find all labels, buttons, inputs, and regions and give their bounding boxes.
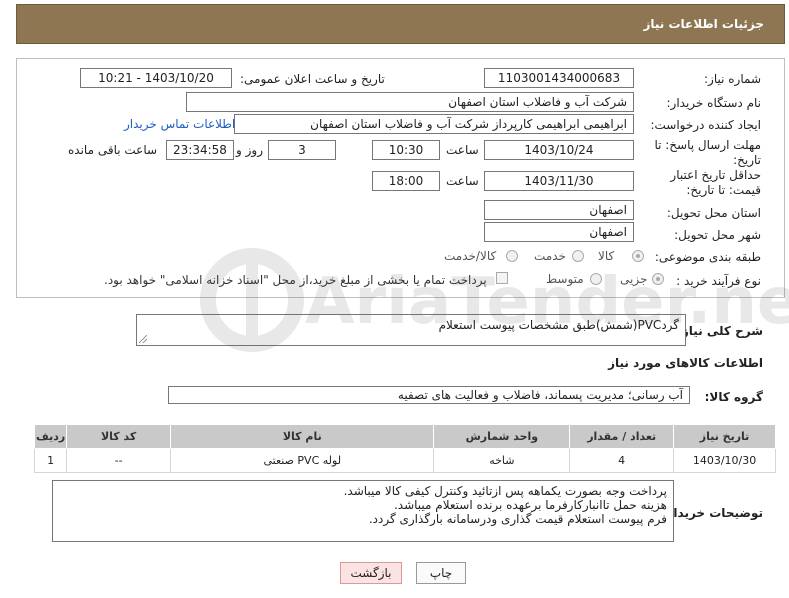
general-desc-textarea[interactable]: گردPVC(شمش)طبق مشخصات پیوست استعلام	[136, 314, 686, 346]
province-field: اصفهان	[484, 200, 634, 220]
purchase-type-label: نوع فرآیند خرید :	[676, 274, 761, 288]
city-field: اصفهان	[484, 222, 634, 242]
creator-field: ابراهیمی ابراهیمی کارپرداز شرکت آب و فاض…	[234, 114, 634, 134]
price-deadline-label: حداقل تاریخ اعتبار قیمت: تا تاریخ:	[670, 168, 761, 197]
creator-label: ایجاد کننده درخواست:	[650, 118, 761, 132]
cell-date: 1403/10/30	[673, 448, 776, 473]
col-header-row: ردیف	[33, 424, 68, 449]
cell-code: --	[66, 448, 172, 473]
purchase-radio-medium[interactable]	[590, 273, 602, 285]
print-button[interactable]: چاپ	[416, 562, 466, 584]
cell-row: 1	[33, 448, 68, 473]
goods-group-field: آب رسانی؛ مدیریت پسماند، فاضلاب و فعالیت…	[168, 386, 690, 404]
cell-name: لوله PVC صنعتی	[170, 448, 435, 473]
announce-label: تاریخ و ساعت اعلان عمومی:	[240, 72, 385, 86]
purchase-option-medium: متوسط	[546, 272, 584, 286]
col-header-date: تاریخ نیاز	[673, 424, 776, 449]
province-label: استان محل تحویل:	[666, 206, 761, 220]
cell-quantity: 4	[569, 448, 675, 473]
category-radio-goods[interactable]	[632, 250, 644, 262]
payment-note: پرداخت تمام یا بخشی از مبلغ خرید،از محل …	[104, 273, 487, 287]
announce-field: 1403/10/20 - 10:21	[80, 68, 232, 88]
table-row: 1403/10/30 4 شاخه لوله PVC صنعتی -- 1	[33, 448, 776, 473]
reply-time-field: 10:30	[372, 140, 440, 160]
col-header-quantity: تعداد / مقدار	[569, 424, 675, 449]
category-label: طبقه بندی موضوعی:	[654, 250, 761, 264]
category-option-goods: کالا	[598, 249, 615, 263]
buyer-notes-textarea[interactable]: پرداخت وجه بصورت یکماهه پس ازتائید وکنتر…	[52, 480, 674, 542]
goods-info-title: اطلاعات کالاهای مورد نیاز	[608, 356, 763, 370]
col-header-code: کد کالا	[66, 424, 172, 449]
need-number-label: شماره نیاز:	[704, 72, 761, 86]
col-header-unit: واحد شمارش	[433, 424, 571, 449]
buyer-note-line-3: فرم پیوست استعلام قیمت گذاری ودرسامانه ب…	[368, 512, 667, 526]
remaining-time-field: 23:34:58	[166, 140, 234, 160]
buyer-notes-label: توضیحات خریدار:	[661, 506, 763, 520]
page-title: جزئیات اطلاعات نیاز	[643, 17, 764, 31]
buyer-note-line-1: پرداخت وجه بصورت یکماهه پس ازتائید وکنتر…	[343, 484, 667, 498]
days-label: روز و	[236, 143, 263, 157]
treasury-payment-checkbox[interactable]	[496, 272, 508, 284]
need-number-field: 1103001434000683	[484, 68, 634, 88]
buyer-note-line-2: هزینه حمل تاانبارکارفرما برعهده برنده اس…	[393, 498, 667, 512]
col-header-name: نام کالا	[170, 424, 435, 449]
purchase-option-minor: جزیی	[620, 272, 648, 286]
buyer-org-field: شرکت آب و فاضلاب استان اصفهان	[186, 92, 634, 112]
items-table: تاریخ نیاز تعداد / مقدار واحد شمارش نام …	[33, 424, 776, 473]
price-time-field: 18:00	[372, 171, 440, 191]
category-radio-both[interactable]	[506, 250, 518, 262]
reply-days-field: 3	[268, 140, 336, 160]
purchase-radio-minor[interactable]	[652, 273, 664, 285]
back-button[interactable]: بازگشت	[340, 562, 402, 584]
reply-deadline-label: مهلت ارسال پاسخ: تا تاریخ:	[654, 138, 761, 167]
price-date-field: 1403/11/30	[484, 171, 634, 191]
page-header: جزئیات اطلاعات نیاز	[16, 4, 785, 44]
reply-time-label: ساعت	[446, 143, 479, 157]
cell-unit: شاخه	[433, 448, 571, 473]
city-label: شهر محل تحویل:	[674, 228, 761, 242]
reply-date-field: 1403/10/24	[484, 140, 634, 160]
table-header-row: تاریخ نیاز تعداد / مقدار واحد شمارش نام …	[33, 424, 776, 449]
remaining-label: ساعت باقی مانده	[68, 143, 158, 157]
contact-buyer-link[interactable]: اطلاعات تماس خریدار	[124, 117, 235, 131]
category-option-service: خدمت	[534, 249, 566, 263]
general-desc-label: شرح کلی نیاز:	[677, 324, 763, 338]
goods-group-label: گروه کالا:	[704, 390, 763, 404]
category-radio-service[interactable]	[572, 250, 584, 262]
buyer-org-label: نام دستگاه خریدار:	[666, 96, 762, 110]
general-desc-value: گردPVC(شمش)طبق مشخصات پیوست استعلام	[438, 318, 679, 332]
category-option-both: کالا/خدمت	[444, 249, 497, 263]
price-time-label: ساعت	[446, 174, 479, 188]
resize-grip-icon[interactable]	[139, 335, 147, 343]
